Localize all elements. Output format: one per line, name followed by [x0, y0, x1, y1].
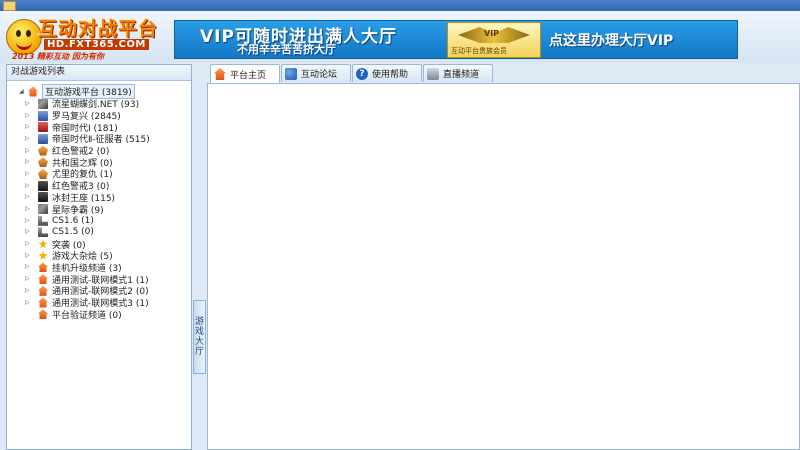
expand-arrow-icon[interactable]: ▷: [25, 147, 31, 154]
logo-url: HD.FXT365.COM: [44, 39, 149, 50]
tree-item[interactable]: ▷ 星际争霸 (9): [25, 203, 191, 216]
content-area: [207, 83, 800, 450]
expand-arrow-icon[interactable]: ▷: [25, 276, 31, 282]
home-channel-icon: [38, 297, 48, 308]
expand-arrow-icon[interactable]: ▷: [25, 252, 31, 259]
tree-item[interactable]: ▷ 挂机升级频道 (3): [25, 262, 191, 274]
home-channel-icon: [38, 262, 48, 273]
tree-item[interactable]: ▷ 突袭 (0): [25, 238, 191, 251]
folder-icon: [3, 1, 16, 11]
expand-arrow-icon[interactable]: ▷: [25, 182, 31, 189]
tree-item[interactable]: 平台验证频道 (0): [38, 308, 191, 321]
home-channel-icon: [38, 309, 48, 320]
republic-game-icon: [38, 157, 48, 168]
red-alert-game-icon: [38, 145, 48, 156]
vip-banner[interactable]: VIP可随时进出满人大厅 不用辛辛苦苦挤大厅 VIP 互动平台贵族会员 点这里办…: [174, 20, 738, 59]
help-icon: ?: [356, 67, 368, 80]
tree-item[interactable]: ▷ 帝国时代Ⅱ-征服者 (515): [25, 133, 191, 145]
tree-item[interactable]: ▷ 冰封王座 (115): [25, 192, 191, 204]
expand-arrow-icon[interactable]: ▷: [25, 241, 31, 247]
vip-badge: VIP 互动平台贵族会员: [447, 22, 541, 58]
logo-title: 互动对战平台: [38, 18, 159, 40]
cs-game-icon: [38, 227, 48, 238]
sword-game-icon: [38, 98, 48, 109]
platform-home-icon: [28, 86, 38, 97]
tree-root[interactable]: ◢ 互动游戏平台 (3819): [19, 84, 191, 99]
tab-help[interactable]: ? 使用帮助: [352, 64, 422, 82]
banner-subline: 不用辛辛苦苦挤大厅: [237, 43, 336, 56]
red-alert3-game-icon: [38, 180, 48, 191]
panel-title: 对战游戏列表: [7, 65, 191, 81]
forum-icon: [285, 67, 297, 80]
tree-item[interactable]: ▷ CS1.5 (0): [25, 227, 191, 239]
expand-arrow-icon[interactable]: ▷: [25, 159, 31, 165]
star-game-icon: [38, 239, 48, 249]
empire-game-icon: [38, 122, 48, 133]
tree-item[interactable]: ▷ CS1.6 (1): [25, 215, 191, 227]
live-icon: [427, 67, 439, 80]
tab-bar: 平台主页 互动论坛 ? 使用帮助 直播频道: [207, 64, 800, 83]
tree-item-label: CS1.6 (1): [52, 215, 94, 226]
smiley-logo-icon: [6, 19, 42, 55]
expand-arrow-icon[interactable]: ▷: [25, 206, 31, 212]
expand-arrow-icon[interactable]: ▷: [25, 112, 31, 119]
game-list-panel: 对战游戏列表 ◢ 互动游戏平台 (3819) ▷ 流星蝴蝶剑.NET (93) ▷ 罗…: [6, 64, 192, 450]
badge-caption: 互动平台贵族会员: [451, 47, 507, 55]
tree-item-label: CS1.5 (0): [52, 227, 94, 238]
tab-label: 直播频道: [443, 70, 480, 80]
tree-item[interactable]: ▷ 流星蝴蝶剑.NET (93): [25, 98, 191, 110]
tab-label: 使用帮助: [372, 70, 409, 80]
badge-vip-text: VIP: [484, 29, 500, 38]
home-channel-icon: [38, 274, 48, 285]
tree-item[interactable]: ▷ 游戏大杂烩 (5): [25, 250, 191, 262]
expand-arrow-icon[interactable]: ▷: [25, 194, 31, 200]
game-tree: ◢ 互动游戏平台 (3819) ▷ 流星蝴蝶剑.NET (93) ▷ 罗马复兴 (28…: [7, 81, 191, 321]
frozen-throne-game-icon: [38, 192, 48, 203]
cs-game-icon: [38, 215, 48, 226]
tree-item[interactable]: ▷ 红色警戒2 (0): [25, 145, 191, 157]
expand-arrow-icon[interactable]: ▷: [25, 100, 31, 107]
logo-slogan: 2013 精彩互动 因为有你: [12, 52, 104, 61]
tab-live[interactable]: 直播频道: [423, 64, 493, 82]
collapse-arrow-icon[interactable]: ◢: [19, 88, 25, 95]
expand-arrow-icon[interactable]: ▷: [25, 287, 31, 294]
tab-label: 互动论坛: [301, 70, 338, 80]
expand-arrow-icon[interactable]: ▷: [25, 229, 31, 235]
empire2-game-icon: [38, 133, 48, 144]
game-hall-toggle-label: 游戏大厅: [195, 317, 205, 357]
tab-home[interactable]: 平台主页: [210, 64, 280, 83]
tree-item[interactable]: ▷ 通用测试-联网模式1 (1): [25, 273, 191, 286]
splitter[interactable]: 游戏大厅: [193, 64, 206, 450]
expand-arrow-icon[interactable]: ▷: [25, 170, 31, 177]
game-hall-toggle[interactable]: 游戏大厅: [193, 300, 206, 374]
window-title-strip: [0, 0, 800, 11]
tree-item[interactable]: ▷ 共和国之辉 (0): [25, 156, 191, 169]
expand-arrow-icon[interactable]: ▷: [25, 135, 31, 142]
starcraft-game-icon: [38, 204, 48, 215]
tree-item[interactable]: ▷ 通用测试-联网模式2 (0): [25, 285, 191, 297]
logo: 互动对战平台 HD.FXT365.COM 2013 精彩互动 因为有你: [2, 13, 172, 62]
expand-arrow-icon[interactable]: ▷: [25, 264, 31, 270]
header: 互动对战平台 HD.FXT365.COM 2013 精彩互动 因为有你 VIP可…: [0, 11, 800, 63]
yuri-game-icon: [38, 168, 48, 179]
tree-item-label: 平台验证频道 (0): [52, 310, 122, 321]
tree-item[interactable]: ▷ 罗马复兴 (2845): [25, 110, 191, 122]
home-icon: [214, 68, 226, 80]
tab-forum[interactable]: 互动论坛: [281, 64, 351, 82]
star-game-icon: [38, 250, 48, 260]
expand-arrow-icon[interactable]: ▷: [25, 124, 31, 130]
tree-item-label: 星际争霸 (9): [52, 205, 104, 216]
vip-cta-link[interactable]: 点这里办理大厅VIP: [549, 30, 673, 50]
tree-item[interactable]: ▷ 红色警戒3 (0): [25, 180, 191, 192]
home-channel-icon: [38, 285, 48, 296]
tree-item[interactable]: ▷ 帝国时代Ⅰ (181): [25, 121, 191, 134]
tree-item[interactable]: ▷ 尤里的复仇 (1): [25, 168, 191, 180]
expand-arrow-icon[interactable]: ▷: [25, 217, 31, 224]
rome-game-icon: [38, 110, 48, 121]
expand-arrow-icon[interactable]: ▷: [25, 299, 31, 306]
tab-label: 平台主页: [230, 70, 267, 81]
tree-item[interactable]: ▷ 通用测试-联网模式3 (1): [25, 297, 191, 309]
